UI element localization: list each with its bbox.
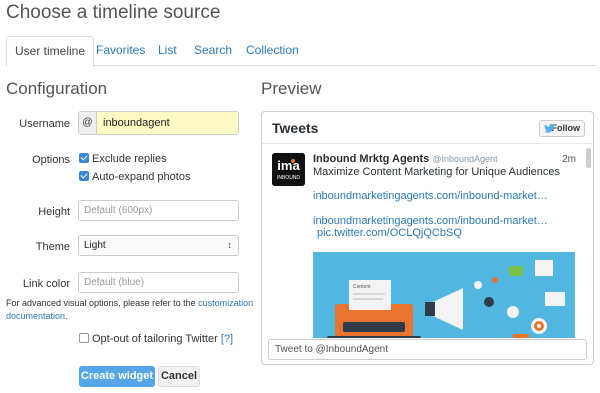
content-marketing-illustration: Content xyxy=(313,252,575,338)
tweet-link-2[interactable]: inboundmarketingagents.com/inbound-marke… xyxy=(313,215,548,227)
advanced-note-text: For advanced visual options, please refe… xyxy=(6,298,199,308)
tweet-scrollbar[interactable] xyxy=(586,148,591,338)
preview-heading: Preview xyxy=(261,79,322,98)
select-arrows-icon: ↕ xyxy=(227,240,233,250)
options-label: Options xyxy=(32,154,70,166)
theme-value: Light xyxy=(84,240,106,251)
scroll-thumb[interactable] xyxy=(586,148,591,168)
opt-out-checkbox[interactable] xyxy=(79,333,89,343)
tweet-pic-link[interactable]: pic.twitter.com/OCLQjQCbSQ xyxy=(317,227,462,239)
opt-out-option[interactable]: Opt-out of tailoring Twitter [?] xyxy=(79,333,233,345)
height-label: Height xyxy=(38,206,70,218)
create-widget-button[interactable]: Create widget xyxy=(79,366,155,387)
tweet-author[interactable]: Inbound Mrktg Agents @InboundAgent xyxy=(313,153,498,165)
author-handle: @InboundAgent xyxy=(432,154,498,164)
tweet-link-1[interactable]: inboundmarketingagents.com/inbound-marke… xyxy=(313,190,548,202)
tab-list[interactable]: List xyxy=(150,36,185,66)
link-color-label: Link color xyxy=(22,278,70,290)
follow-label: Follow xyxy=(551,123,581,133)
username-value[interactable]: inboundagent xyxy=(103,112,170,134)
source-tabs: User timeline Favorites List Search Coll… xyxy=(6,36,596,67)
timeline-preview-widget: Tweets Follow ima INBOUND Inbound Mrktg … xyxy=(261,111,594,365)
follow-button[interactable]: Follow xyxy=(539,120,585,137)
tab-favorites[interactable]: Favorites xyxy=(88,36,153,66)
exclude-replies-label: Exclude replies xyxy=(92,153,167,165)
avatar[interactable]: ima INBOUND xyxy=(272,153,305,186)
username-field[interactable]: @ inboundagent xyxy=(78,111,239,135)
tab-search[interactable]: Search xyxy=(186,36,240,66)
page-title: Choose a timeline source xyxy=(6,2,221,23)
ima-logo-icon: ima INBOUND xyxy=(272,153,305,186)
exclude-replies-option[interactable]: Exclude replies xyxy=(79,152,167,166)
tweet-text: Maximize Content Marketing for Unique Au… xyxy=(313,166,561,178)
link-color-input[interactable]: Default (blue) xyxy=(78,272,239,293)
height-input[interactable]: Default (600px) xyxy=(78,200,239,221)
cancel-button[interactable]: Cancel xyxy=(158,366,200,387)
widget-title: Tweets xyxy=(272,120,319,136)
username-label: Username xyxy=(19,118,70,130)
configuration-heading: Configuration xyxy=(6,79,108,98)
tweet-time[interactable]: 2m xyxy=(562,154,576,165)
tab-collection[interactable]: Collection xyxy=(238,36,307,66)
auto-expand-option[interactable]: Auto-expand photos xyxy=(79,170,190,184)
theme-label: Theme xyxy=(35,241,70,253)
exclude-replies-checkbox[interactable] xyxy=(79,153,89,163)
advanced-note-period: . xyxy=(65,311,68,321)
svg-text:INBOUND: INBOUND xyxy=(277,175,300,181)
author-name: Inbound Mrktg Agents xyxy=(313,153,430,165)
auto-expand-checkbox[interactable] xyxy=(79,171,89,181)
tweet-image[interactable]: Content xyxy=(313,252,575,338)
theme-select[interactable]: Light ↕ xyxy=(78,235,239,256)
advanced-options-note: For advanced visual options, please refe… xyxy=(6,297,256,323)
widget-header: Tweets Follow xyxy=(262,112,593,144)
tab-user-timeline[interactable]: User timeline xyxy=(6,36,95,67)
svg-text:Content: Content xyxy=(353,284,371,290)
tweet-item: ima INBOUND Inbound Mrktg Agents @Inboun… xyxy=(262,145,584,338)
at-prefix: @ xyxy=(79,112,97,134)
opt-out-label: Opt-out of tailoring Twitter xyxy=(92,333,218,345)
auto-expand-label: Auto-expand photos xyxy=(92,171,191,183)
twitter-bird-icon xyxy=(544,124,555,133)
opt-out-help-link[interactable]: [?] xyxy=(221,333,233,345)
tweet-to-input[interactable]: Tweet to @InboundAgent xyxy=(268,339,587,360)
svg-text:ima: ima xyxy=(277,158,300,173)
